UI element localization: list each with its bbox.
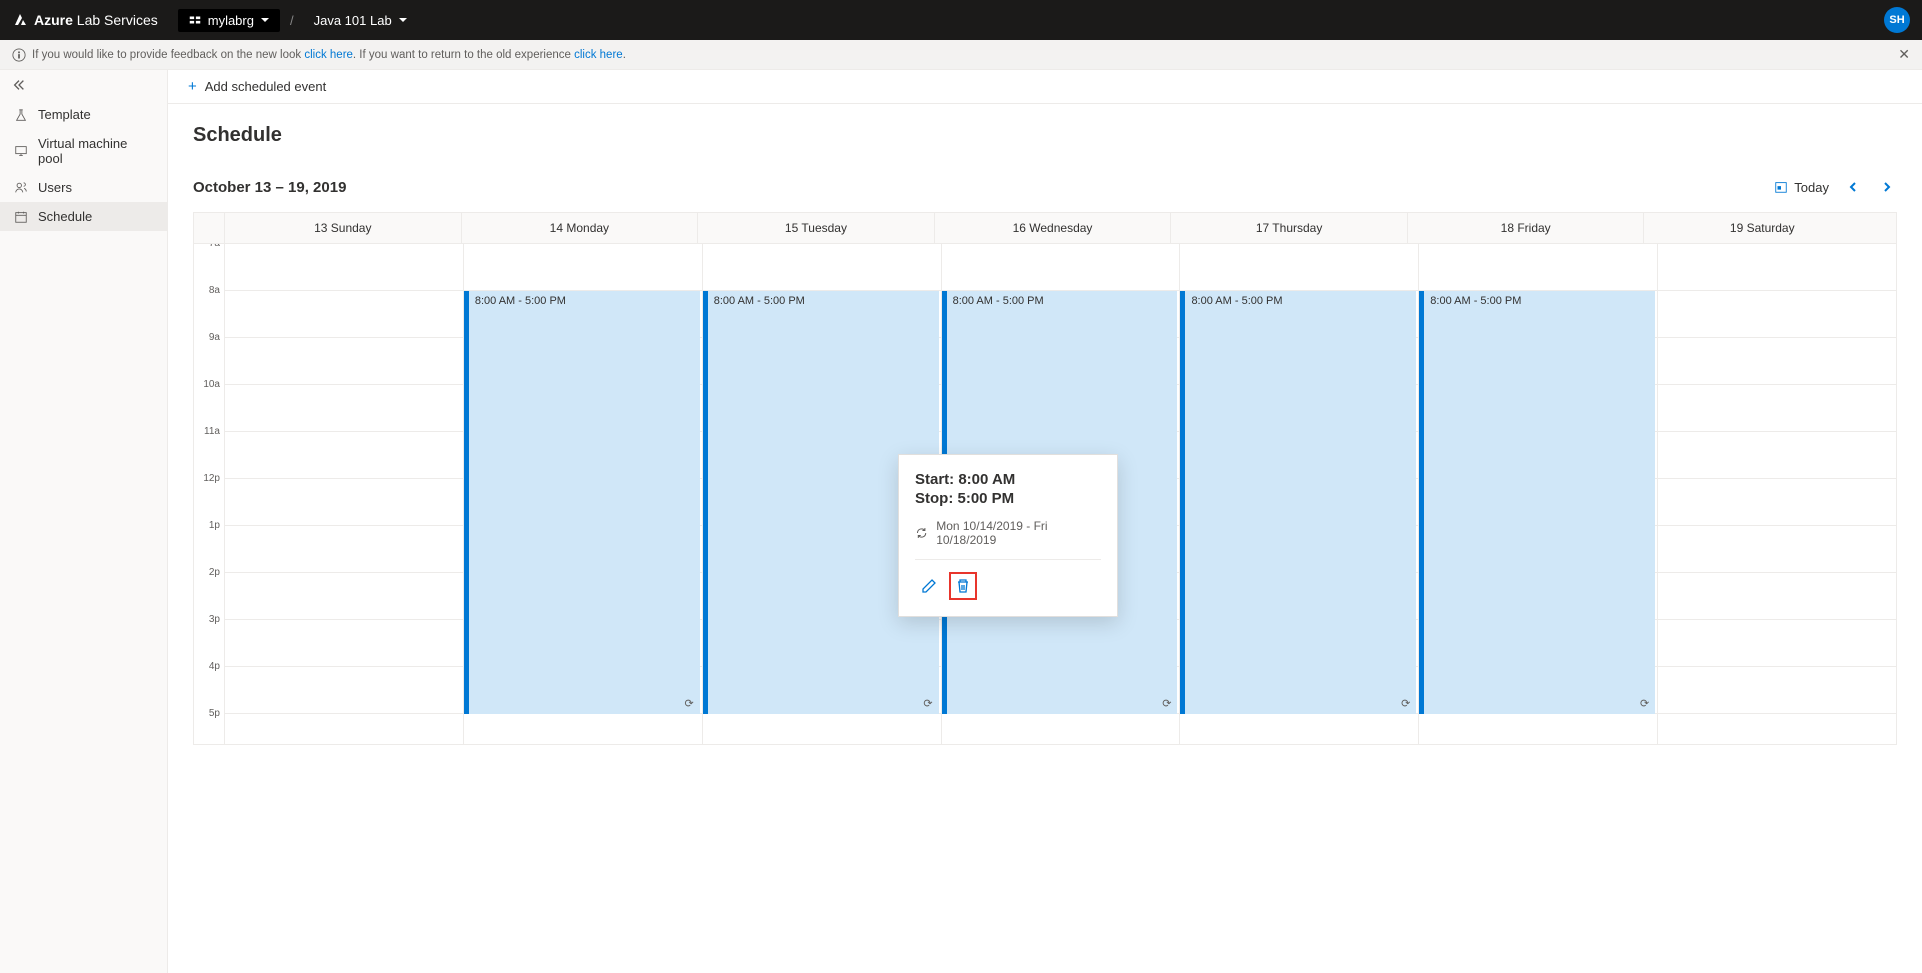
- day-header: 15 Tuesday: [697, 213, 934, 243]
- sidebar-item-template[interactable]: Template: [0, 100, 167, 129]
- feedback-link[interactable]: click here: [304, 49, 353, 61]
- users-icon: [14, 181, 28, 195]
- recurring-icon: [915, 526, 928, 540]
- day-column-monday[interactable]: 8:00 AM - 5:00 PM⟳: [463, 244, 702, 744]
- prev-week-button[interactable]: [1843, 177, 1863, 197]
- monitor-icon: [14, 144, 28, 158]
- add-event-button[interactable]: + Add scheduled event: [188, 78, 326, 95]
- breadcrumb-separator: /: [290, 13, 294, 28]
- recurring-icon: ⟳: [1401, 697, 1410, 710]
- day-column-friday[interactable]: 8:00 AM - 5:00 PM⟳: [1418, 244, 1657, 744]
- next-week-button[interactable]: [1877, 177, 1897, 197]
- calendar-icon: [14, 210, 28, 224]
- page-title: Schedule: [193, 124, 1897, 147]
- day-header: 13 Sunday: [224, 213, 461, 243]
- plus-icon: +: [188, 78, 197, 95]
- popover-stop: Stop: 5:00 PM: [915, 490, 1101, 507]
- chevron-down-icon: [260, 15, 270, 25]
- day-column-thursday[interactable]: 8:00 AM - 5:00 PM⟳: [1179, 244, 1418, 744]
- breadcrumb: mylabrg / Java 101 Lab: [178, 9, 418, 32]
- popover-start: Start: 8:00 AM: [915, 471, 1101, 488]
- azure-icon: [12, 12, 28, 28]
- day-header: 14 Monday: [461, 213, 698, 243]
- notice-text: If you would like to provide feedback on…: [32, 49, 626, 61]
- notice-bar: If you would like to provide feedback on…: [0, 40, 1922, 70]
- trash-icon: [955, 578, 971, 594]
- schedule-event[interactable]: 8:00 AM - 5:00 PM⟳: [464, 291, 700, 714]
- content-area: + Add scheduled event Schedule October 1…: [168, 70, 1922, 973]
- event-popover: Start: 8:00 AM Stop: 5:00 PM Mon 10/14/2…: [898, 454, 1118, 617]
- day-header: 19 Saturday: [1643, 213, 1880, 243]
- calendar-today-icon: [1774, 180, 1788, 194]
- page-body: Schedule October 13 – 19, 2019 Today 13 …: [168, 104, 1922, 973]
- time-column: 7a 8a 9a 10a 11a 12p 1p 2p 3p 4p 5p 6p: [194, 244, 224, 744]
- product-name: Azure Lab Services: [34, 12, 158, 28]
- popover-actions: [915, 572, 1101, 600]
- calendar-header: 13 Sunday 14 Monday 15 Tuesday 16 Wednes…: [194, 213, 1896, 244]
- recurring-icon: ⟳: [685, 697, 694, 710]
- user-avatar[interactable]: SH: [1884, 7, 1910, 33]
- chevron-down-icon: [398, 15, 408, 25]
- recurring-icon: ⟳: [923, 697, 932, 710]
- breadcrumb-rg[interactable]: mylabrg: [178, 9, 280, 32]
- day-header: 18 Friday: [1407, 213, 1644, 243]
- breadcrumb-lab[interactable]: Java 101 Lab: [304, 9, 418, 32]
- info-icon: [12, 48, 26, 62]
- sidebar-item-label: Schedule: [38, 209, 92, 224]
- main-layout: Template Virtual machine pool Users Sche…: [0, 70, 1922, 973]
- sidebar: Template Virtual machine pool Users Sche…: [0, 70, 168, 973]
- top-bar: Azure Lab Services mylabrg / Java 101 La…: [0, 0, 1922, 40]
- pencil-icon: [921, 578, 937, 594]
- old-experience-link[interactable]: click here: [574, 49, 623, 61]
- sidebar-item-users[interactable]: Users: [0, 173, 167, 202]
- date-header: October 13 – 19, 2019 Today: [193, 177, 1897, 197]
- resource-group-icon: [188, 13, 202, 27]
- sidebar-item-label: Virtual machine pool: [38, 136, 153, 166]
- today-button[interactable]: Today: [1774, 180, 1829, 195]
- recurring-icon: ⟳: [1162, 697, 1171, 710]
- collapse-sidebar-button[interactable]: [0, 70, 167, 100]
- popover-date-range: Mon 10/14/2019 - Fri 10/18/2019: [915, 519, 1101, 560]
- chevron-double-left-icon: [12, 78, 26, 92]
- day-column-sunday[interactable]: [224, 244, 463, 744]
- toolbar: + Add scheduled event: [168, 70, 1922, 104]
- schedule-event[interactable]: 8:00 AM - 5:00 PM⟳: [1180, 291, 1416, 714]
- date-range: October 13 – 19, 2019: [193, 179, 346, 196]
- edit-event-button[interactable]: [915, 572, 943, 600]
- day-header: 16 Wednesday: [934, 213, 1171, 243]
- flask-icon: [14, 108, 28, 122]
- date-controls: Today: [1774, 177, 1897, 197]
- recurring-icon: ⟳: [1640, 697, 1649, 710]
- sidebar-item-label: Users: [38, 180, 72, 195]
- sidebar-item-label: Template: [38, 107, 91, 122]
- delete-event-button[interactable]: [949, 572, 977, 600]
- schedule-event[interactable]: 8:00 AM - 5:00 PM⟳: [1419, 291, 1655, 714]
- sidebar-item-vm-pool[interactable]: Virtual machine pool: [0, 129, 167, 173]
- sidebar-item-schedule[interactable]: Schedule: [0, 202, 167, 231]
- day-header: 17 Thursday: [1170, 213, 1407, 243]
- close-icon[interactable]: ✕: [1898, 46, 1910, 63]
- product-logo: Azure Lab Services: [12, 12, 158, 28]
- day-column-saturday[interactable]: [1657, 244, 1896, 744]
